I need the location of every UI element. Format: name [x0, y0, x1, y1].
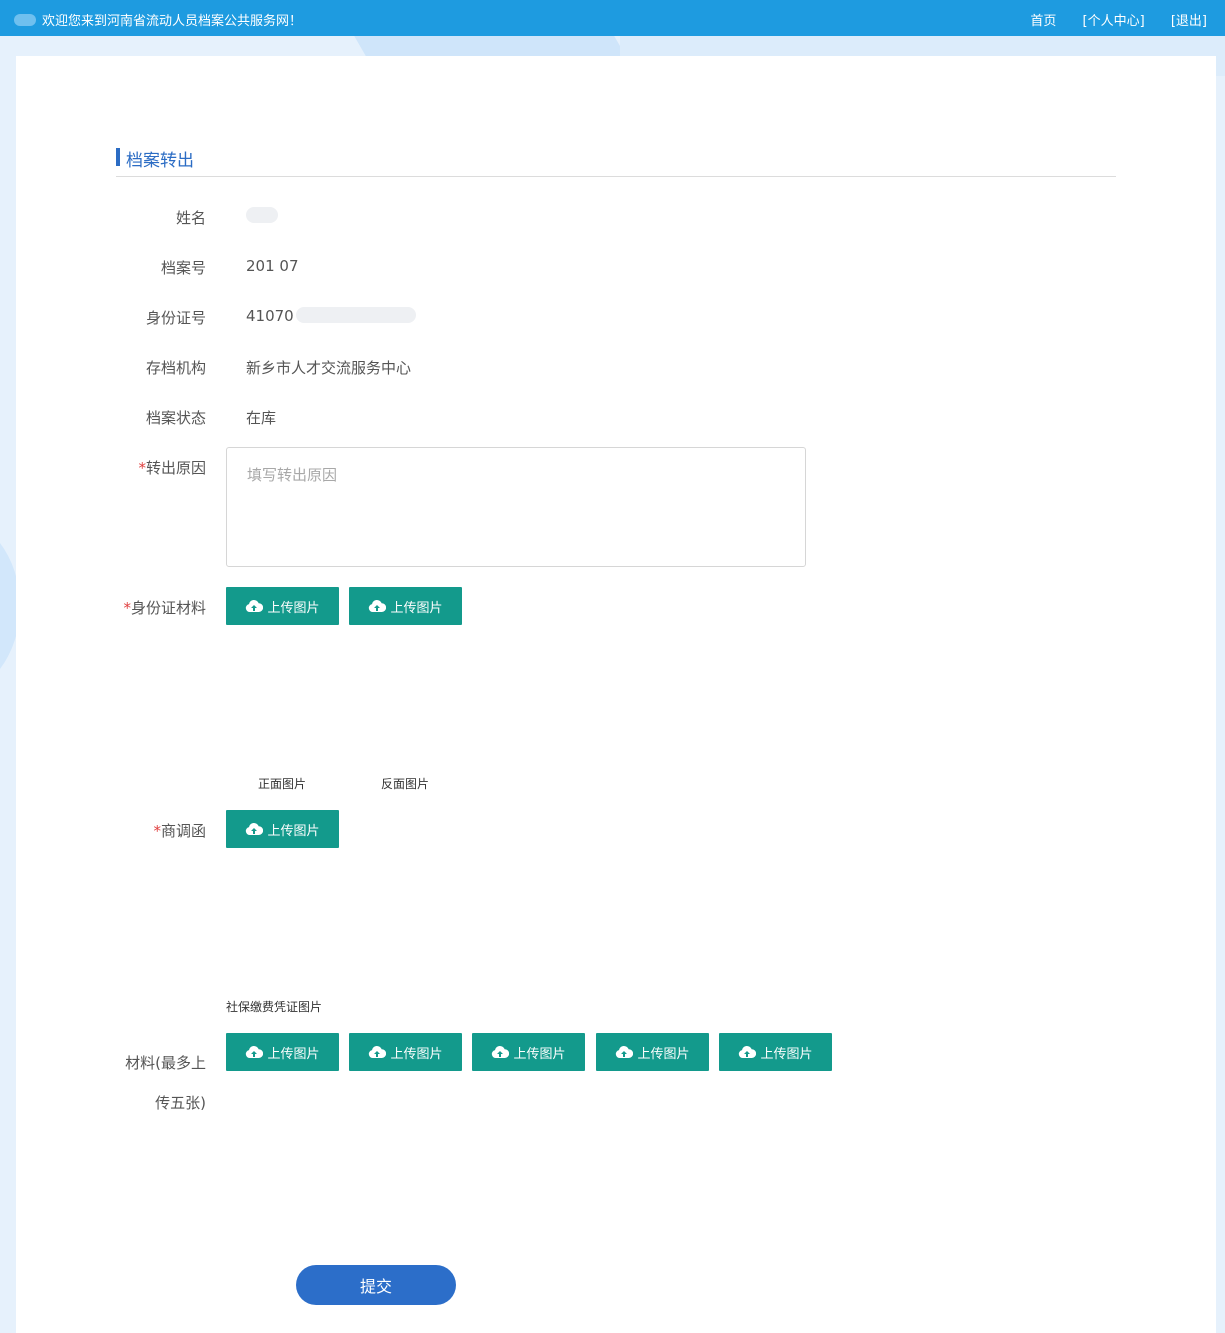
upload-button-label: 上传图片	[637, 1046, 690, 1062]
archive-number-value: 201 07	[246, 257, 299, 275]
transfer-reason-label: *转出原因	[106, 457, 206, 478]
id-number-value: 41070	[246, 307, 416, 325]
cloud-upload-icon	[492, 1045, 510, 1058]
name-label: 姓名	[175, 209, 206, 227]
upload-button-label: 上传图片	[267, 1046, 320, 1062]
user-avatar-icon	[14, 14, 36, 26]
top-bar: 欢迎您来到河南省流动人员档案公共服务网！ 首页 [个人中心] [退出]	[0, 0, 1225, 36]
archive-status-label: 档案状态	[145, 409, 206, 427]
cloud-upload-icon	[246, 599, 264, 612]
welcome-message: 欢迎您来到河南省流动人员档案公共服务网！	[14, 10, 302, 29]
transfer-reason-label-text: 转出原因	[145, 459, 206, 477]
submit-button[interactable]: 提交	[296, 1265, 456, 1305]
archive-number-label: 档案号	[160, 259, 206, 277]
transfer-reason-input[interactable]	[226, 447, 806, 567]
materials-label-line2: 传五张)	[155, 1094, 206, 1112]
social-security-caption: 社保缴费凭证图片	[226, 1000, 323, 1014]
top-nav: 首页 [个人中心] [退出]	[1008, 10, 1207, 29]
cloud-upload-icon	[616, 1045, 634, 1058]
transfer-letter-label-text: 商调函	[160, 822, 206, 840]
cloud-upload-icon	[739, 1045, 757, 1058]
transfer-letter-label: *商调函	[106, 820, 206, 841]
redacted-id	[295, 307, 416, 323]
nav-home-link[interactable]: 首页	[1030, 14, 1056, 29]
id-material-label: *身份证材料	[106, 597, 206, 618]
id-number-text: 41070	[246, 307, 294, 325]
section-title: 档案转出	[116, 146, 194, 171]
upload-id-front-button[interactable]: 上传图片	[226, 587, 339, 625]
upload-button-label: 上传图片	[760, 1046, 813, 1062]
section-divider	[116, 176, 1116, 177]
welcome-text: 欢迎您来到河南省流动人员档案公共服务网！	[42, 14, 303, 29]
upload-material-button-1[interactable]: 上传图片	[226, 1033, 339, 1071]
cloud-upload-icon	[369, 1045, 387, 1058]
cloud-upload-icon	[246, 822, 264, 835]
upload-material-button-3[interactable]: 上传图片	[472, 1033, 585, 1071]
name-value	[246, 207, 278, 225]
materials-label: 材料(最多上 传五张)	[106, 1043, 206, 1123]
nav-logout-link[interactable]: [退出]	[1171, 14, 1207, 29]
cloud-upload-icon	[369, 599, 387, 612]
id-material-label-text: 身份证材料	[130, 599, 206, 617]
required-mark: *	[153, 822, 161, 840]
upload-button-label: 上传图片	[390, 600, 443, 616]
materials-label-line1: 材料(最多上	[125, 1054, 206, 1072]
id-back-caption: 反面图片	[381, 777, 430, 791]
upload-material-button-4[interactable]: 上传图片	[596, 1033, 709, 1071]
upload-button-label: 上传图片	[267, 823, 320, 839]
upload-material-button-5[interactable]: 上传图片	[719, 1033, 832, 1071]
id-front-caption: 正面图片	[258, 777, 307, 791]
archive-agency-value: 新乡市人才交流服务中心	[246, 359, 412, 377]
redacted-name	[246, 207, 278, 223]
nav-personal-center-link[interactable]: [个人中心]	[1083, 14, 1145, 29]
upload-button-label: 上传图片	[390, 1046, 443, 1062]
required-mark: *	[123, 599, 131, 617]
main-card: 档案转出 姓名 档案号 201 07 身份证号 41070 存档机构 新乡市人才…	[16, 56, 1216, 1333]
required-mark: *	[138, 459, 146, 477]
upload-letter-button[interactable]: 上传图片	[226, 810, 339, 848]
cloud-upload-icon	[246, 1045, 264, 1058]
archive-status-value: 在库	[246, 409, 277, 427]
upload-material-button-2[interactable]: 上传图片	[349, 1033, 462, 1071]
upload-button-label: 上传图片	[513, 1046, 566, 1062]
archive-agency-label: 存档机构	[145, 359, 206, 377]
id-number-label: 身份证号	[145, 309, 206, 327]
upload-id-back-button[interactable]: 上传图片	[349, 587, 462, 625]
upload-button-label: 上传图片	[267, 600, 320, 616]
